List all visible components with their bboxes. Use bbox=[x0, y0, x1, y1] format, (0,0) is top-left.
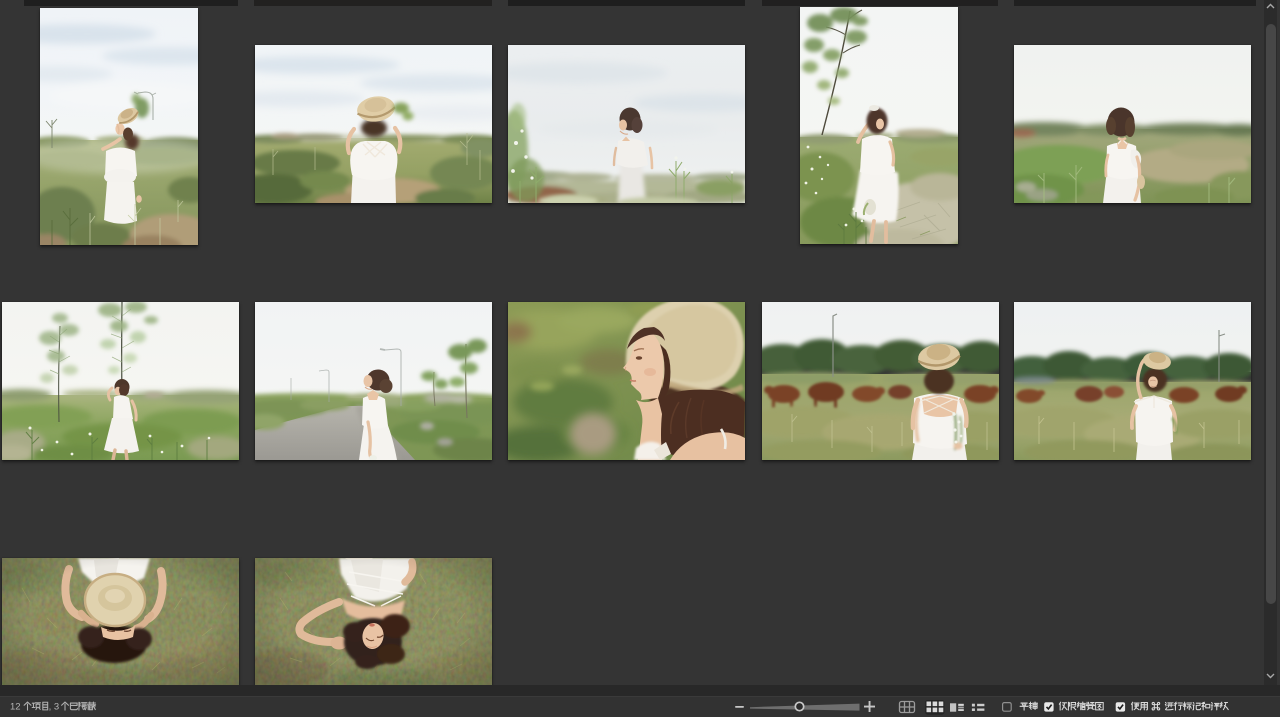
svg-text:12: 12 bbox=[10, 702, 21, 713]
svg-text:, 3: , 3 bbox=[49, 702, 60, 713]
